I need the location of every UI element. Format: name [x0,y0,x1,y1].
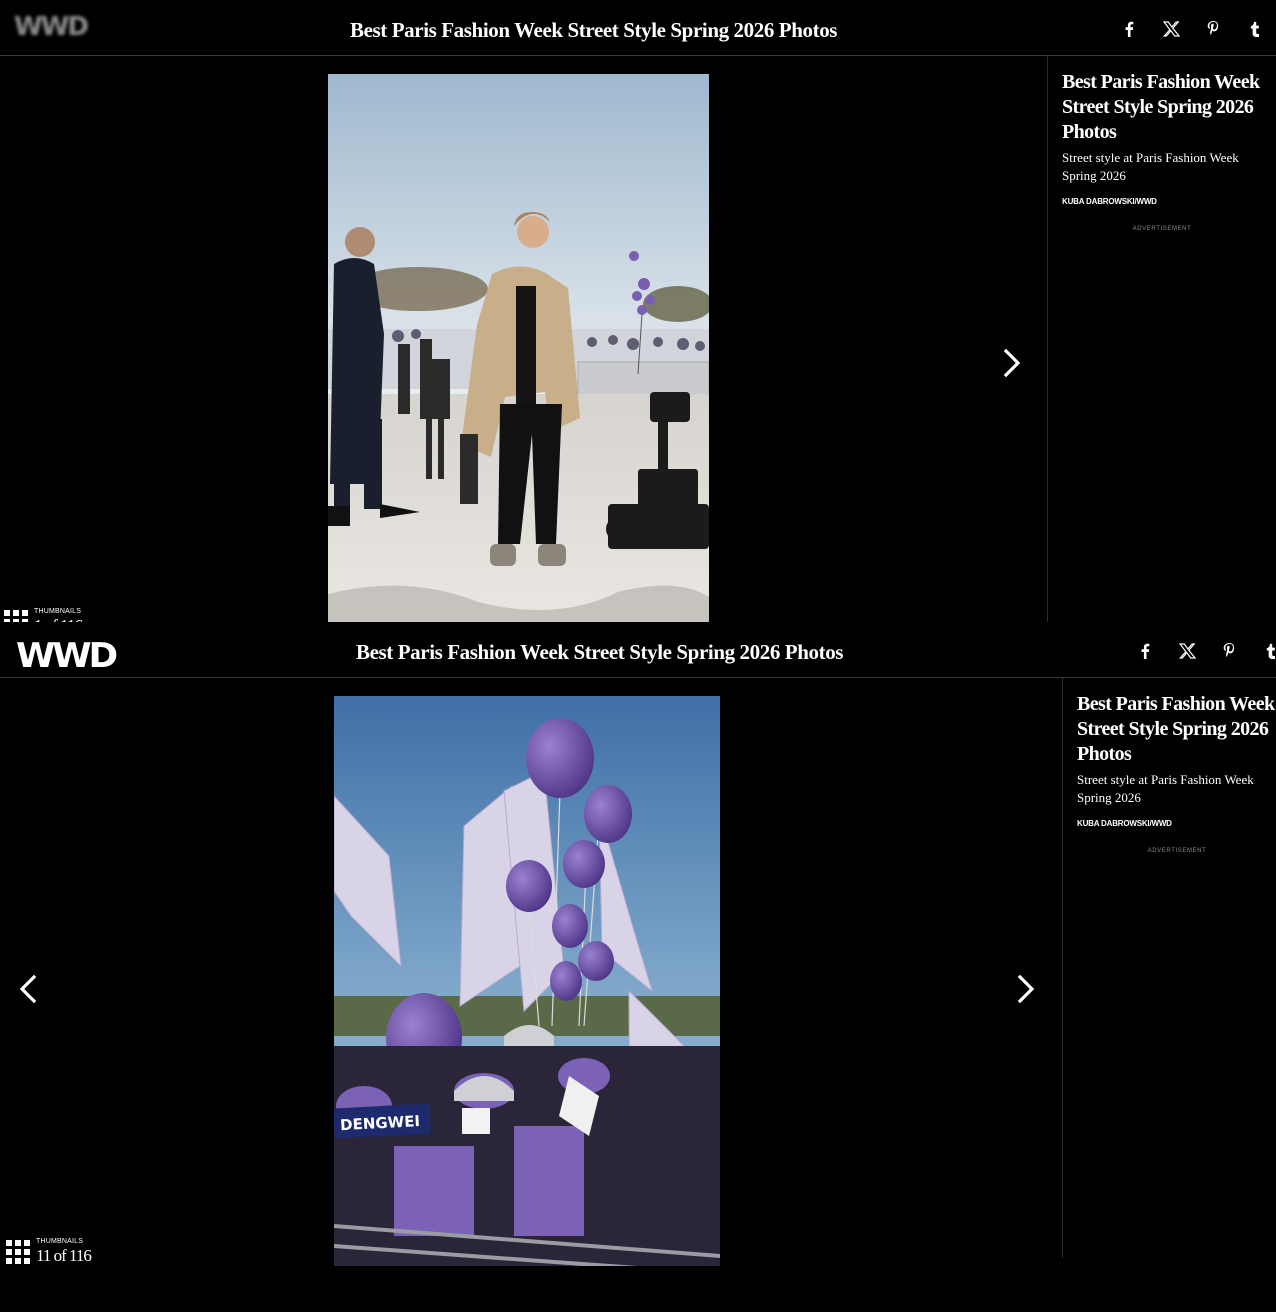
facebook-icon[interactable] [1108,17,1150,41]
facebook-icon[interactable] [1124,639,1166,663]
slide-counter: 11 of 116 [36,1246,92,1265]
photo-stage: DENGWEI [0,678,1062,1266]
thumbnails-label: THUMBNAILS [34,608,82,615]
caption-line: Spring 2026 [1077,790,1141,805]
caption-line: Spring 2026 [1062,168,1126,183]
share-bar [1124,639,1276,663]
caption-sidebar: Best Paris Fashion Week Street Style Spr… [1062,678,1276,1258]
caption-line: Street style at Paris Fashion Week [1062,150,1239,165]
x-icon[interactable] [1150,17,1192,41]
sidebar-title: Best Paris Fashion Week Street Style Spr… [1062,71,1260,143]
gallery-panel-2: WWD Best Paris Fashion Week Street Style… [0,622,1276,1266]
sidebar-title: Best Paris Fashion Week Street Style Spr… [1077,693,1275,765]
tumblr-icon[interactable] [1234,17,1276,41]
gallery-title: Best Paris Fashion Week Street Style Spr… [356,640,844,664]
caption-line: Street style at Paris Fashion Week [1077,772,1254,787]
next-arrow-icon[interactable] [1006,965,1046,1013]
x-icon[interactable] [1166,639,1208,663]
gallery-photo[interactable]: DENGWEI [334,696,720,1266]
caption-sidebar: Best Paris Fashion Week Street Style Spr… [1047,56,1276,636]
thumbnails-grid-icon [6,1240,32,1264]
photo-credit: KUBA DABROWSKI/WWD [1077,819,1172,828]
pinterest-icon[interactable] [1192,17,1234,41]
gallery-panel-1: WWD Best Paris Fashion Week Street Style… [0,0,1276,636]
advertisement-label: ADVERTISEMENT [1147,848,1207,854]
thumbnails-button[interactable]: THUMBNAILS 11 of 116 [6,1238,92,1265]
prev-arrow-icon[interactable] [8,965,48,1013]
brand-logo[interactable]: WWD [16,636,118,676]
photo-caption: Street style at Paris Fashion Week Sprin… [1077,771,1276,807]
photo-stage [0,56,1047,636]
gallery-photo[interactable] [328,74,709,636]
pinterest-icon[interactable] [1208,639,1250,663]
thumbnails-text: THUMBNAILS 11 of 116 [36,1238,92,1265]
top-bar: WWD Best Paris Fashion Week Street Style… [0,622,1276,678]
brand-logo[interactable]: WWD [14,12,89,42]
advertisement-label: ADVERTISEMENT [1132,226,1192,232]
top-bar: WWD Best Paris Fashion Week Street Style… [0,0,1276,56]
gallery-title: Best Paris Fashion Week Street Style Spr… [350,18,838,42]
thumbnails-label: THUMBNAILS [36,1238,84,1245]
tumblr-icon[interactable] [1250,639,1276,663]
photo-credit: KUBA DABROWSKI/WWD [1062,197,1157,206]
share-bar [1108,17,1276,41]
photo-caption: Street style at Paris Fashion Week Sprin… [1062,149,1276,185]
next-arrow-icon[interactable] [992,339,1032,387]
